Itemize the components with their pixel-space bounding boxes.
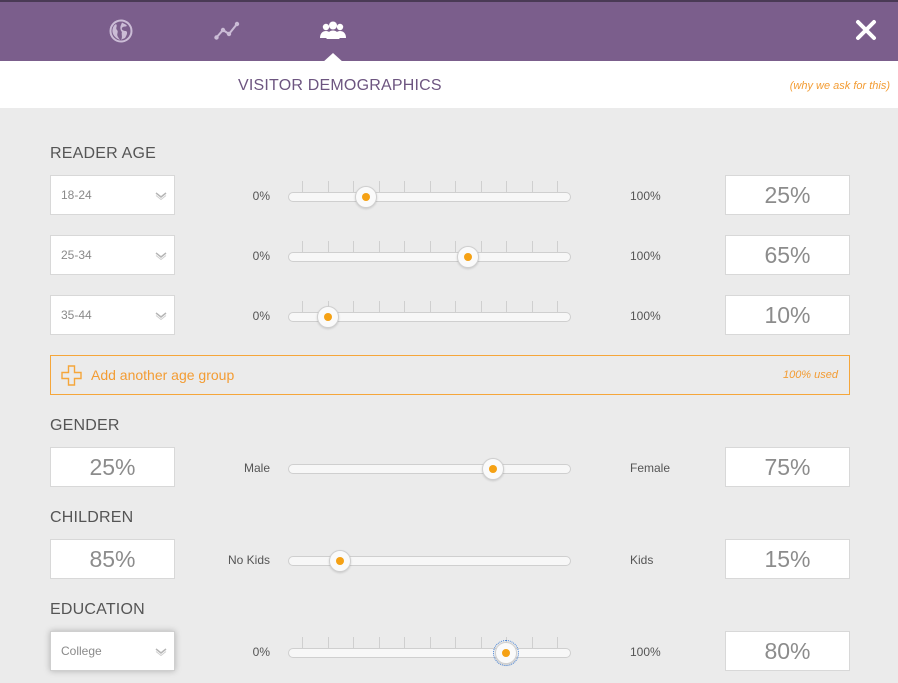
slider-handle[interactable]	[316, 306, 339, 328]
slider-min-label: 0%	[252, 645, 270, 659]
age-group-value: 35-44	[61, 308, 92, 322]
age-share-value[interactable]: 10%	[725, 295, 850, 335]
close-icon	[853, 20, 879, 47]
kids-label: Kids	[630, 553, 654, 567]
slider-min-label: 0%	[252, 189, 270, 203]
no-kids-percent-value[interactable]: 85%	[50, 539, 175, 579]
age-group-select[interactable]: 18-24	[50, 175, 175, 215]
chevron-down-icon	[155, 648, 167, 656]
education-title: EDUCATION	[50, 601, 145, 618]
reader-age-title: READER AGE	[50, 145, 157, 162]
plus-icon	[61, 365, 82, 386]
slider-track	[288, 464, 571, 474]
age-share-value[interactable]: 65%	[725, 235, 850, 275]
slider-handle[interactable]	[354, 186, 377, 208]
gender-slider[interactable]	[288, 449, 571, 489]
age-group-value: 25-34	[61, 248, 92, 262]
slider-min-label: 0%	[252, 309, 270, 323]
no-kids-label: No Kids	[227, 553, 270, 567]
top-nav-bar	[0, 0, 898, 63]
slider-handle[interactable]	[329, 550, 352, 572]
chevron-down-icon	[155, 252, 167, 260]
education-slider[interactable]	[288, 633, 571, 673]
globe-icon	[109, 19, 133, 43]
page-title: VISITOR DEMOGRAPHICS	[238, 77, 442, 94]
add-age-group-label: Add another age group	[91, 367, 235, 383]
panel-header: VISITOR DEMOGRAPHICS (why we ask for thi…	[0, 61, 898, 108]
slider-handle[interactable]	[493, 640, 519, 666]
kids-percent-value[interactable]: 15%	[725, 539, 850, 579]
slider-max-label: 100%	[630, 645, 661, 659]
slider-max-label: 100%	[630, 309, 661, 323]
female-label: Female	[630, 461, 671, 475]
slider-track	[288, 648, 571, 658]
slider-track	[288, 192, 571, 202]
chevron-down-icon	[155, 312, 167, 320]
slider-track	[288, 252, 571, 262]
age-share-slider[interactable]	[288, 177, 571, 217]
add-age-group-button[interactable]: Add another age group 100% used	[50, 355, 850, 395]
age-share-slider[interactable]	[288, 237, 571, 277]
female-percent-value[interactable]: 75%	[725, 447, 850, 487]
why-we-ask-link[interactable]: (why we ask for this)	[790, 80, 890, 92]
slider-max-label: 100%	[630, 189, 661, 203]
people-icon	[319, 20, 347, 42]
education-level-value: College	[61, 644, 102, 658]
tab-analytics[interactable]	[212, 16, 242, 46]
slider-handle[interactable]	[482, 458, 505, 480]
chevron-down-icon	[155, 192, 167, 200]
line-chart-icon	[214, 21, 240, 41]
age-group-value: 18-24	[61, 188, 92, 202]
slider-max-label: 100%	[630, 249, 661, 263]
age-share-value[interactable]: 25%	[725, 175, 850, 215]
close-button[interactable]	[853, 17, 879, 43]
age-group-select[interactable]: 35-44	[50, 295, 175, 335]
age-share-slider[interactable]	[288, 297, 571, 337]
education-level-select[interactable]: College	[50, 631, 175, 671]
tab-globe[interactable]	[106, 16, 136, 46]
education-percent-value[interactable]: 80%	[725, 631, 850, 671]
tab-demographics[interactable]	[318, 16, 348, 46]
children-slider[interactable]	[288, 541, 571, 581]
gender-title: GENDER	[50, 417, 120, 434]
male-percent-value[interactable]: 25%	[50, 447, 175, 487]
slider-min-label: 0%	[252, 249, 270, 263]
children-title: CHILDREN	[50, 509, 134, 526]
slider-handle[interactable]	[456, 246, 479, 268]
male-label: Male	[243, 461, 270, 475]
age-group-select[interactable]: 25-34	[50, 235, 175, 275]
percent-used-label: 100% used	[782, 369, 838, 381]
